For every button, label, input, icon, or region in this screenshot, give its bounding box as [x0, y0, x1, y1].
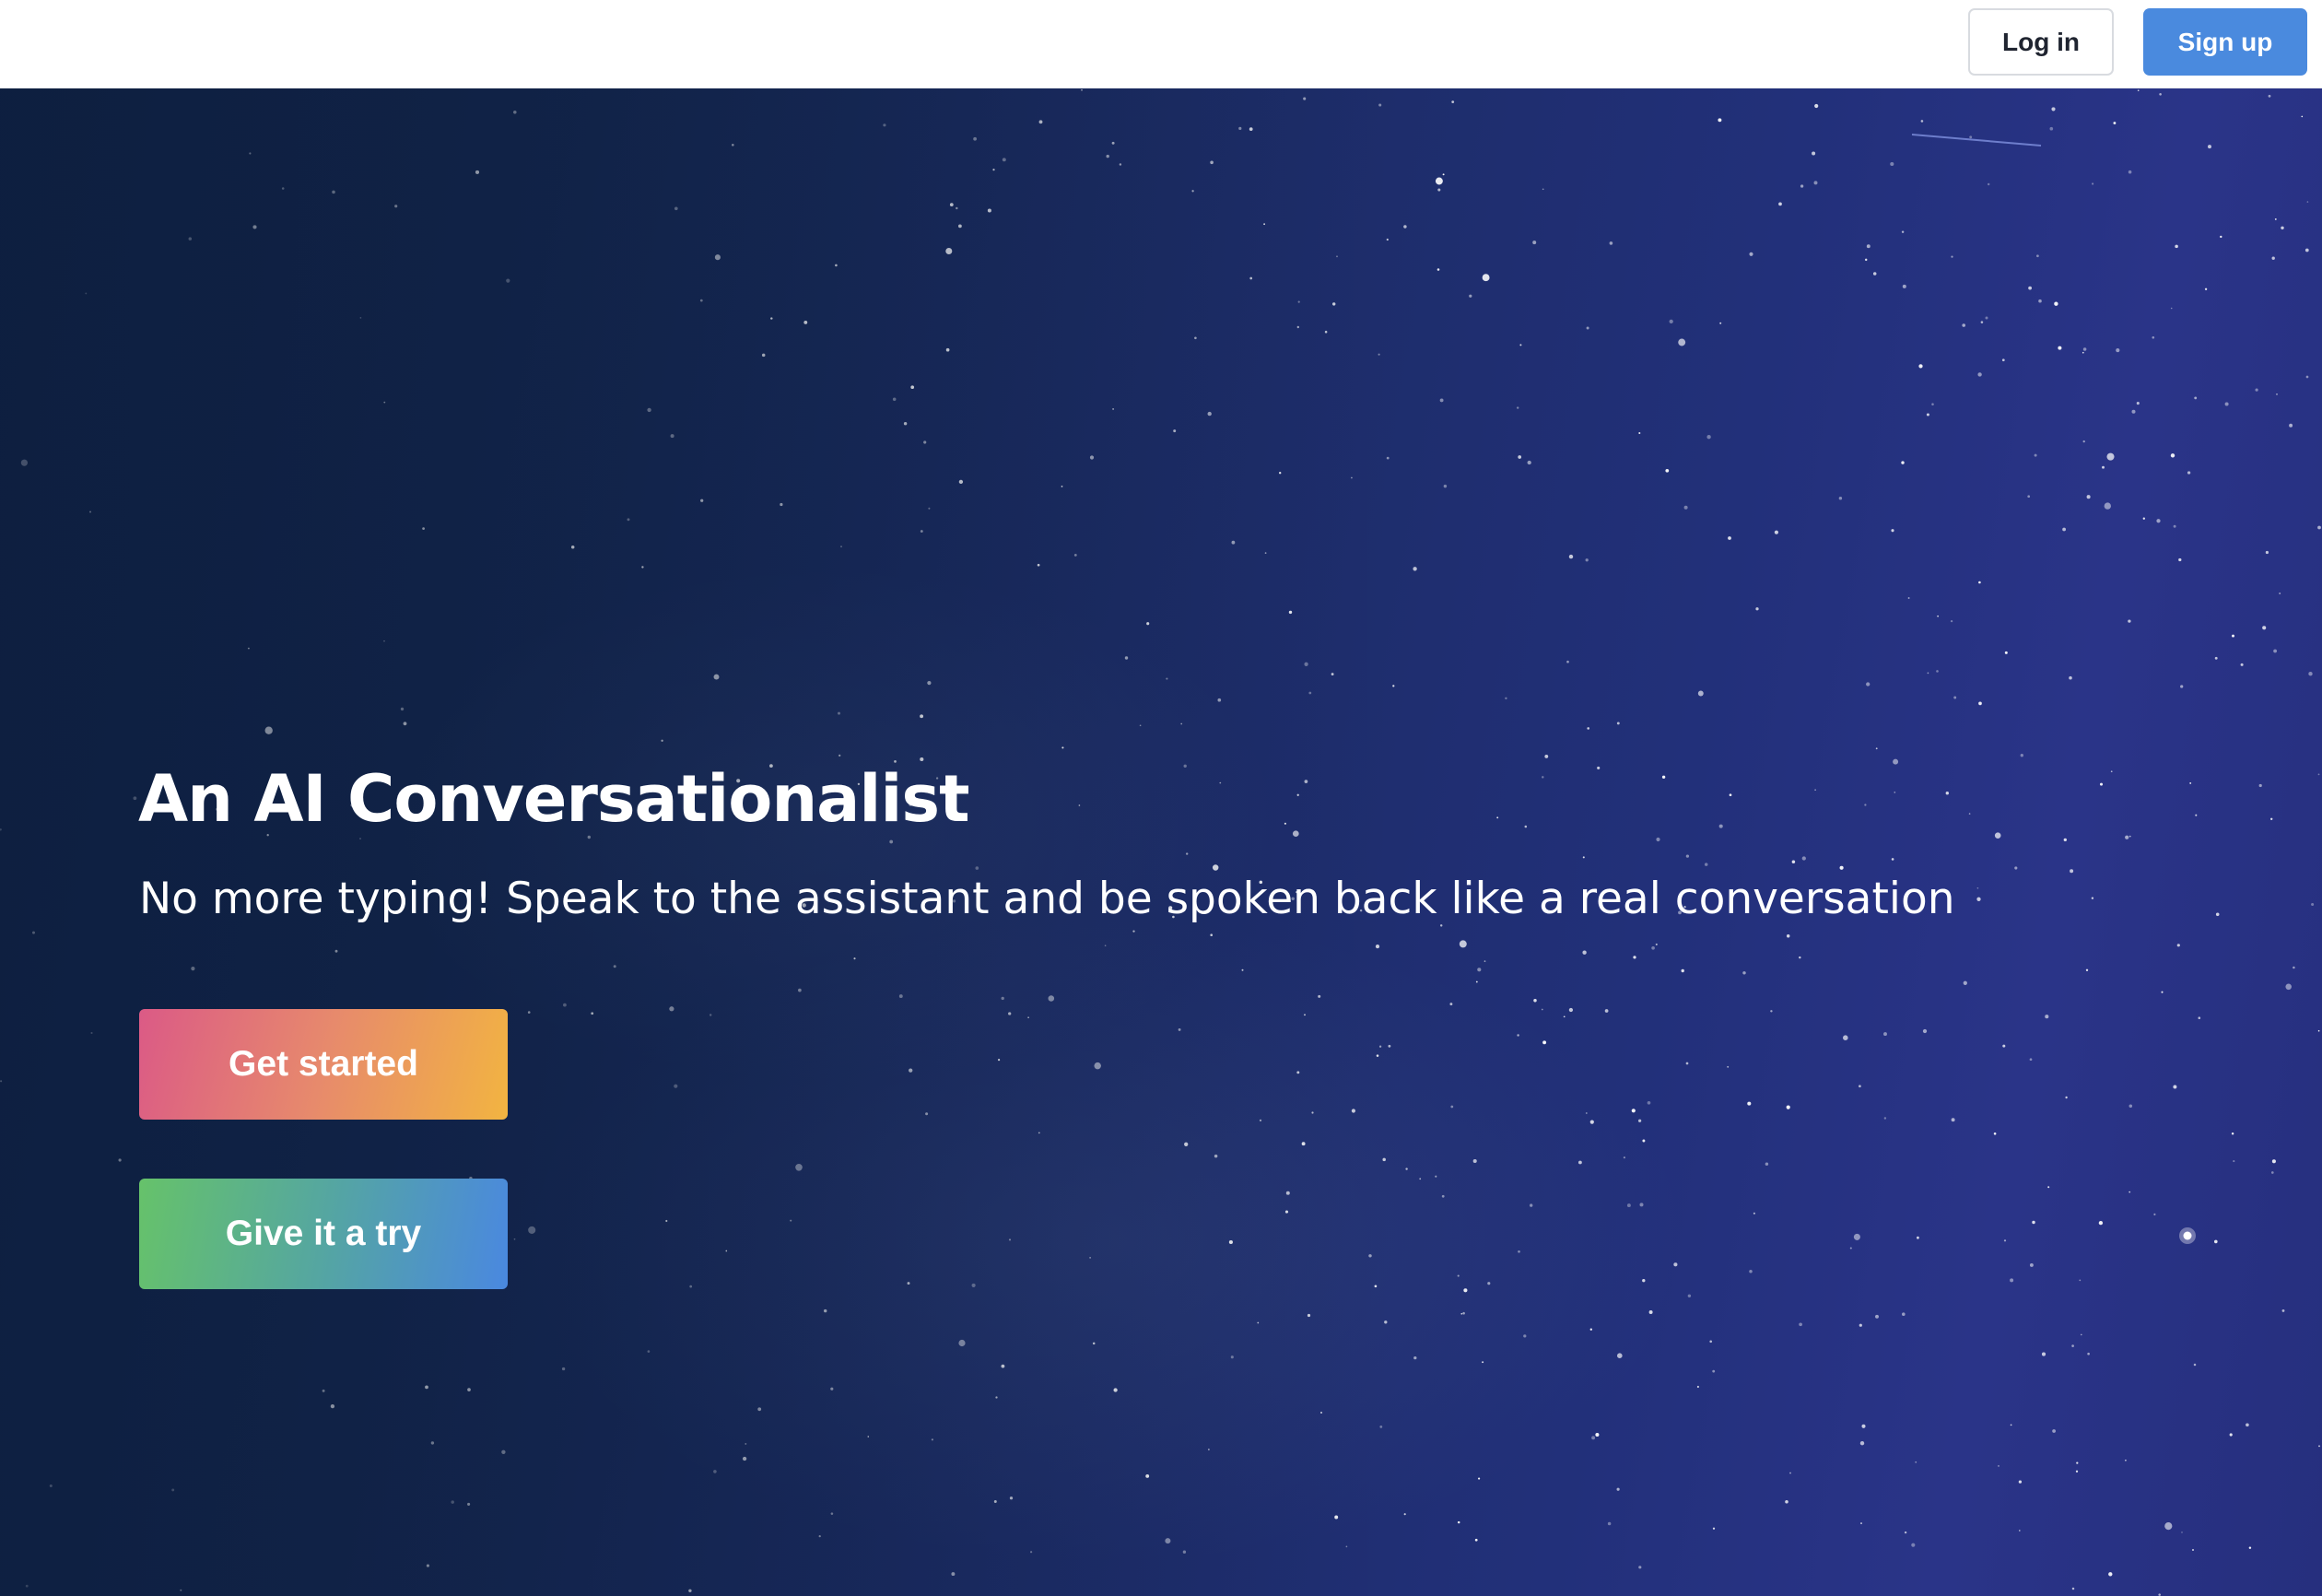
hero-section: An AI Conversationalist No more typing! … — [0, 88, 2322, 1596]
give-it-a-try-button[interactable]: Give it a try — [139, 1179, 508, 1289]
hero-overlay — [0, 88, 2322, 1596]
hero-subtitle: No more typing! Speak to the assistant a… — [139, 874, 1955, 924]
login-button[interactable]: Log in — [1968, 8, 2114, 76]
signup-button[interactable]: Sign up — [2143, 8, 2307, 76]
get-started-button[interactable]: Get started — [139, 1009, 508, 1120]
top-nav-bar: Log in Sign up — [0, 0, 2322, 88]
hero-title: An AI Conversationalist — [138, 761, 970, 837]
